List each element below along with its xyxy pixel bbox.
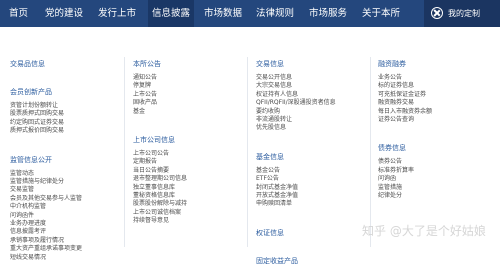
my-custom-button[interactable]: 我的定制 bbox=[424, 0, 500, 27]
menu-column-4: 融资融券 业务公告 标的证券信息 可充抵保证金证券 融资融券交易 每日入市融资券余额 证券公… bbox=[378, 60, 432, 200]
section-title[interactable]: 交易信息 bbox=[256, 60, 336, 68]
menu-link[interactable]: 每日入市融资券余额 bbox=[378, 108, 432, 116]
section-title[interactable]: 本所公告 bbox=[133, 60, 187, 68]
menu-link[interactable]: 交易监管 bbox=[10, 186, 82, 194]
menu-link[interactable]: 股票股份解除与减持 bbox=[133, 200, 187, 208]
section-title[interactable]: 基金信息 bbox=[256, 153, 336, 161]
menu-link[interactable]: 固收产品 bbox=[133, 99, 187, 107]
menu-link[interactable]: 可充抵保证金证券 bbox=[378, 91, 432, 99]
menu-link[interactable]: 纪律处分 bbox=[378, 192, 432, 200]
menu-link[interactable]: 大宗交易信息 bbox=[256, 82, 336, 90]
menu-link[interactable]: 持续督导意见 bbox=[133, 217, 187, 225]
nav-disclosure[interactable]: 信息披露 bbox=[148, 0, 195, 27]
menu-link[interactable]: 问询函件 bbox=[10, 212, 82, 220]
nav-about[interactable]: 关于本所 bbox=[362, 0, 400, 27]
menu-link[interactable]: 重大资产重组承诺事项变更 bbox=[10, 245, 82, 253]
menu-link[interactable]: 股票质押式回购交易 bbox=[10, 110, 82, 118]
top-navigation: 首页 党的建设 发行上市 信息披露 市场数据 法律规则 市场服务 关于本所 我的… bbox=[0, 0, 500, 27]
menu-link[interactable]: 监管动态 bbox=[10, 170, 82, 178]
nav-listing[interactable]: 发行上市 bbox=[98, 0, 136, 27]
menu-link[interactable]: 权证持有人信息 bbox=[256, 91, 336, 99]
section-title[interactable]: 融资融券 bbox=[378, 60, 432, 68]
menu-link[interactable]: 基金公告 bbox=[256, 167, 336, 175]
menu-link[interactable]: 基金 bbox=[133, 108, 187, 116]
menu-link[interactable]: 上市公告 bbox=[133, 91, 187, 99]
section-title[interactable]: 债券信息 bbox=[378, 144, 432, 152]
nav-laws-rules[interactable]: 法律规则 bbox=[256, 0, 294, 27]
menu-column-3: 交易信息 交易公开信息 大宗交易信息 权证持有人信息 QFII/RQFII/深股通投资者… bbox=[256, 60, 336, 271]
menu-link[interactable]: 问询函 bbox=[378, 175, 432, 183]
mega-menu-panel: 交易品信息 会员创新产品 资管计划份额转让 股票质押式回购交易 约定购回式证券交易 质押式… bbox=[0, 27, 500, 265]
menu-link[interactable]: QFII/RQFII/深股通投资者信息 bbox=[256, 99, 336, 107]
section-title[interactable]: 交易品信息 bbox=[10, 60, 82, 68]
close-icon bbox=[431, 7, 443, 19]
menu-column-1: 交易品信息 会员创新产品 资管计划份额转让 股票质押式回购交易 约定购回式证券交易 质押式… bbox=[10, 60, 82, 262]
menu-link[interactable]: 融资融券交易 bbox=[378, 99, 432, 107]
menu-link[interactable]: 当日公告摘要 bbox=[133, 167, 187, 175]
menu-link[interactable]: 封闭式基金净值 bbox=[256, 184, 336, 192]
section-title[interactable]: 上市公司信息 bbox=[133, 136, 187, 144]
menu-link[interactable]: 停复牌 bbox=[133, 82, 187, 90]
nav-party-building[interactable]: 党的建设 bbox=[45, 0, 83, 27]
section-title[interactable]: 固定收益产品 bbox=[256, 257, 336, 265]
menu-link[interactable]: 优先股信息 bbox=[256, 124, 336, 132]
column-divider bbox=[124, 57, 125, 247]
menu-link[interactable]: 债券公告 bbox=[378, 158, 432, 166]
menu-link[interactable]: 短线交易情况 bbox=[10, 254, 82, 262]
menu-column-2: 本所公告 通知公告 停复牌 上市公告 固收产品 基金 上市公司信息 上市公司公告 定期报告 当日公… bbox=[133, 60, 187, 226]
nav-market-data[interactable]: 市场数据 bbox=[204, 0, 242, 27]
my-custom-label: 我的定制 bbox=[448, 9, 480, 18]
menu-link[interactable]: ETF公告 bbox=[256, 175, 336, 183]
column-divider bbox=[247, 57, 248, 247]
watermark: 知乎 @大了是个好姑娘 bbox=[362, 224, 486, 238]
menu-link[interactable]: 定期报告 bbox=[133, 158, 187, 166]
menu-link[interactable]: 质押式报价回购交易 bbox=[10, 127, 82, 135]
section-title[interactable]: 监管信息公开 bbox=[10, 156, 82, 164]
section-title[interactable]: 权证信息 bbox=[256, 229, 336, 237]
nav-market-services[interactable]: 市场服务 bbox=[309, 0, 347, 27]
section-title[interactable]: 会员创新产品 bbox=[10, 88, 82, 96]
menu-link[interactable]: 退市整理期公司信息 bbox=[133, 175, 187, 183]
column-divider bbox=[370, 57, 371, 247]
menu-link[interactable]: 会员及其他交易参与人监管 bbox=[10, 195, 82, 203]
menu-link[interactable]: 信息披露考评 bbox=[10, 228, 82, 236]
menu-link[interactable]: 标的证券信息 bbox=[378, 82, 432, 90]
menu-link[interactable]: 中介机构监管 bbox=[10, 203, 82, 211]
menu-link[interactable]: 申购赎回清单 bbox=[256, 200, 336, 208]
menu-link[interactable]: 要约收购 bbox=[256, 108, 336, 116]
nav-home[interactable]: 首页 bbox=[9, 0, 28, 27]
menu-link[interactable]: 标准券折算率 bbox=[378, 167, 432, 175]
menu-link[interactable]: 约定购回式证券交易 bbox=[10, 119, 82, 127]
menu-link[interactable]: 证券公告查询 bbox=[378, 116, 432, 124]
menu-link[interactable]: 独立董事信息库 bbox=[133, 184, 187, 192]
menu-link[interactable]: 监管措施 bbox=[378, 184, 432, 192]
